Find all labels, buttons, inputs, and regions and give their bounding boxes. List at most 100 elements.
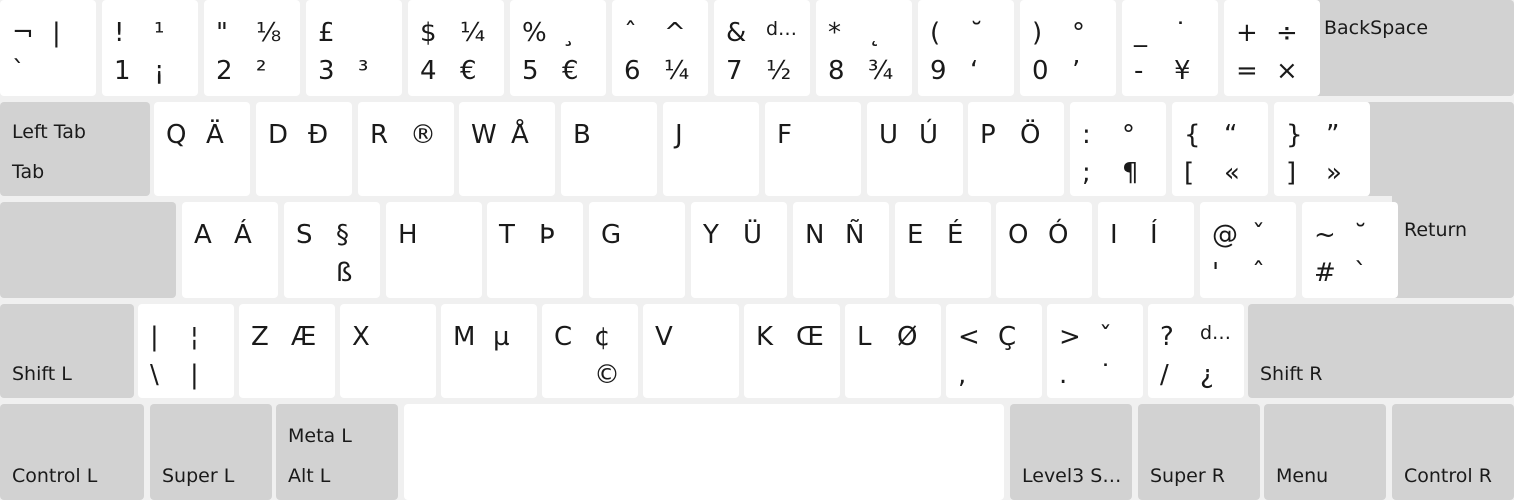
key-grave[interactable]: ¬ | ` — [0, 0, 96, 96]
key-b[interactable]: B — [561, 102, 657, 196]
key-9[interactable]: (˘ 9 ‘ — [918, 0, 1014, 96]
key-5[interactable]: % ¸ 5 € — [510, 0, 606, 96]
backspace-key[interactable]: BackSpace — [1312, 0, 1514, 96]
key-w-tr-glyph: Å — [511, 120, 529, 150]
key-bracketright[interactable]: } ”] » — [1274, 102, 1370, 196]
key-e[interactable]: EÉ — [895, 202, 991, 298]
key-t-tl-glyph: T — [499, 220, 515, 250]
key-g[interactable]: G — [589, 202, 685, 298]
key-j[interactable]: J — [663, 102, 759, 196]
key-semicolon[interactable]: : °; ¶ — [1070, 102, 1166, 196]
key-slash[interactable]: ? d… / ¿ — [1148, 304, 1244, 398]
key-l[interactable]: LØ — [845, 304, 941, 398]
key-3[interactable]: £3 ³ — [306, 0, 402, 96]
control-left-key[interactable]: Control L — [0, 404, 144, 500]
key-3-tl-glyph: £ — [318, 18, 335, 48]
key-w[interactable]: WÅ — [459, 102, 555, 196]
key-apostrophe[interactable]: @ ˇ ' ˆ — [1200, 202, 1296, 298]
key-6-tl-glyph: ˆ — [624, 18, 637, 48]
key-minus[interactable]: _ ˙ - ¥ — [1122, 0, 1218, 96]
key-m[interactable]: Mµ — [441, 304, 537, 398]
key-4-bl-glyph: 4 — [420, 56, 437, 86]
key-h-tl-glyph: H — [398, 220, 418, 250]
key-o-tl-glyph: O — [1008, 220, 1029, 250]
key-c[interactable]: C ¢ © — [542, 304, 638, 398]
shift-right-key[interactable]: Shift R — [1248, 304, 1514, 398]
key-p[interactable]: PÖ — [968, 102, 1064, 196]
key-1[interactable]: ! ¹ 1 ¡ — [102, 0, 198, 96]
key-0[interactable]: ) ° 0 ’ — [1020, 0, 1116, 96]
key-slash-tr-glyph: d… — [1200, 322, 1232, 344]
key-a-tl-glyph: A — [194, 220, 212, 250]
super-left-key[interactable]: Super L — [150, 404, 272, 500]
return-key[interactable]: Return — [1392, 102, 1514, 298]
key-bracketleft-br-glyph: « — [1224, 158, 1240, 188]
meta-left-label: Meta L — [288, 425, 352, 447]
key-k-tr-glyph: Œ — [796, 322, 824, 352]
key-x-tl-glyph: X — [352, 322, 370, 352]
key-h[interactable]: H — [386, 202, 482, 298]
key-t-tr-glyph: Þ — [539, 220, 555, 250]
key-1-br-glyph: ¡ — [154, 56, 165, 86]
key-equal[interactable]: + ÷ = × — [1224, 0, 1320, 96]
key-j-tl-glyph: J — [675, 120, 683, 150]
key-v-tl-glyph: V — [655, 322, 673, 352]
key-2-br-glyph: ² — [256, 56, 267, 86]
control-right-label: Control R — [1404, 465, 1492, 487]
super-right-key[interactable]: Super R — [1138, 404, 1260, 500]
key-8[interactable]: * ˛ 8 ¾ — [816, 0, 912, 96]
key-q[interactable]: QÄ — [154, 102, 250, 196]
key-s-br-glyph: ß — [336, 258, 353, 288]
level3-shift-key[interactable]: Level3 S… — [1010, 404, 1132, 500]
space-key[interactable] — [404, 404, 1004, 500]
key-comma[interactable]: < Ç, — [946, 304, 1042, 398]
control-left-label: Control L — [12, 465, 98, 487]
key-s[interactable]: S § ß — [284, 202, 380, 298]
key-7[interactable]: & d… 7 ½ — [714, 0, 810, 96]
key-z[interactable]: ZÆ — [239, 304, 335, 398]
key-9-tl-glyph: ( — [930, 18, 941, 48]
key-n-tr-glyph: Ñ — [845, 220, 865, 250]
alt-left-key[interactable]: Meta L Alt L — [276, 404, 398, 500]
menu-key[interactable]: Menu — [1264, 404, 1386, 500]
key-i[interactable]: IÍ — [1098, 202, 1194, 298]
key-6-br-glyph: ¼ — [664, 56, 690, 86]
key-period[interactable]: > ˇ. ˙ — [1047, 304, 1143, 398]
key-o[interactable]: OÓ — [996, 202, 1092, 298]
tab-key[interactable]: Left Tab Tab — [0, 102, 150, 196]
alt-left-label: Alt L — [288, 465, 331, 487]
key-u[interactable]: UÚ — [867, 102, 963, 196]
shift-left-key[interactable]: Shift L — [0, 304, 134, 398]
key-numbersign-tl-glyph: ~ — [1314, 220, 1336, 250]
key-numbersign[interactable]: ~ ˘ # ` — [1302, 202, 1398, 298]
key-period-br-glyph: ˙ — [1099, 360, 1112, 390]
key-y[interactable]: YÜ — [691, 202, 787, 298]
key-3-bl-glyph: 3 — [318, 56, 335, 86]
key-d[interactable]: DĐ — [256, 102, 352, 196]
key-bracketleft-tl-glyph: { — [1184, 120, 1201, 150]
key-5-bl-glyph: 5 — [522, 56, 539, 86]
caps-lock-key[interactable] — [0, 202, 176, 298]
key-r[interactable]: R ® — [358, 102, 454, 196]
key-bracketleft[interactable]: {“ [« — [1172, 102, 1268, 196]
key-9-bl-glyph: 9 — [930, 56, 947, 86]
key-g-tl-glyph: G — [601, 220, 622, 250]
key-f[interactable]: F — [765, 102, 861, 196]
control-right-key[interactable]: Control R — [1392, 404, 1514, 500]
key-backslash[interactable]: | ¦ \ | — [138, 304, 234, 398]
key-2[interactable]: " ⅛ 2 ² — [204, 0, 300, 96]
key-slash-tl-glyph: ? — [1160, 322, 1174, 352]
key-a[interactable]: AÁ — [182, 202, 278, 298]
key-4[interactable]: $ ¼ 4 € — [408, 0, 504, 96]
return-label: Return — [1404, 219, 1468, 241]
key-5-tr-glyph: ¸ — [562, 18, 575, 48]
key-x[interactable]: X — [340, 304, 436, 398]
key-v[interactable]: V — [643, 304, 739, 398]
key-k[interactable]: KŒ — [744, 304, 840, 398]
key-9-br-glyph: ‘ — [970, 56, 979, 86]
return-key-upper[interactable] — [1366, 102, 1406, 196]
key-6[interactable]: ˆ ^ 6 ¼ — [612, 0, 708, 96]
key-t[interactable]: TÞ — [487, 202, 583, 298]
key-n[interactable]: NÑ — [793, 202, 889, 298]
key-l-tr-glyph: Ø — [897, 322, 918, 352]
